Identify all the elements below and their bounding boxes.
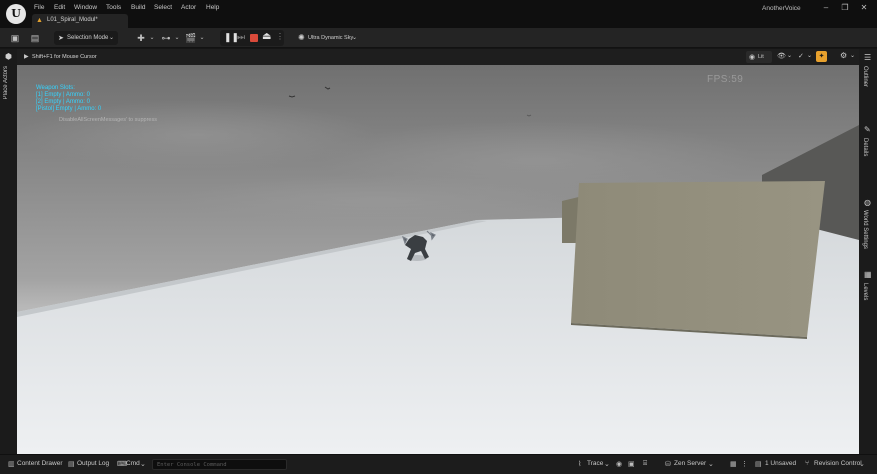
view-mode-dropdown[interactable]: ◉ Lit [746, 51, 772, 63]
cursor-icon: ➤ [58, 35, 64, 42]
chevron-down-icon: ⌄ [109, 35, 115, 41]
unreal-logo-icon[interactable]: U [6, 4, 26, 24]
chevron-down-icon[interactable]: ⌄ [196, 32, 208, 44]
scene-render [17, 86, 859, 454]
debug-message: Weapon Slots: [36, 85, 75, 91]
debug-message: [1] Empty | Ammo: 0 [36, 92, 90, 98]
details-icon: ✎ [864, 125, 871, 134]
ultra-dynamic-sky-dropdown[interactable]: ✺ Ultra Dynamic Sky ⌄ [296, 31, 362, 45]
menu-build[interactable]: Build [131, 4, 145, 11]
chevron-down-icon[interactable]: ⌄ [604, 460, 610, 468]
place-actors-tab[interactable]: Place Actors [3, 66, 9, 99]
outliner-icon: ☰ [864, 53, 872, 62]
play-controls: ❚❚ ⏭ ⏏ ⋮ [220, 30, 284, 46]
unsaved-button[interactable]: 1 Unsaved [765, 460, 796, 467]
menu-file[interactable]: File [34, 4, 44, 11]
close-button[interactable]: ✕ [858, 3, 870, 13]
bookmark-icon[interactable]: ⌸ [643, 460, 647, 468]
content-browser-icon[interactable]: ▤ [29, 32, 41, 44]
revision-control-icon: ⑂ [805, 460, 810, 467]
bird [324, 86, 331, 90]
maximize-button[interactable]: ❐ [839, 3, 851, 13]
zen-server-icon: ⛁ [665, 461, 671, 468]
show-flags-icon[interactable]: 👁 [777, 52, 786, 60]
tab-level[interactable]: ▲ L01_Spiral_Modul* [32, 14, 128, 28]
main-toolbar: ▣ ▤ ➤ Selection Mode ⌄ ✚ ⌄ ⊶ ⌄ 🎬 ⌄ ❚❚ ⏭ … [0, 28, 877, 48]
unsaved-icon: ▤ [755, 461, 762, 468]
status-bar: ▥ Content Drawer ▤ Output Log ⌨ Cmd ⌄ ⌇ … [0, 454, 877, 474]
chevron-down-icon[interactable]: ⌄ [171, 32, 183, 44]
content-drawer-icon: ▥ [8, 461, 15, 468]
project-name: AnotherVoice [762, 5, 801, 12]
fps-counter: FPS:59 [707, 74, 744, 85]
transform-tools-icon[interactable]: ✓ [798, 52, 804, 60]
chevron-down-icon[interactable]: ⌄ [859, 460, 865, 468]
derived-data-icon[interactable]: ▦ [730, 460, 737, 468]
world-settings-icon: ◍ [864, 198, 871, 207]
title-bar: U File Edit Window Tools Build Select Ac… [0, 0, 877, 28]
menu-edit[interactable]: Edit [54, 4, 65, 11]
large-wall [571, 181, 825, 337]
more-icon[interactable]: ⋮ [276, 32, 284, 41]
minimize-button[interactable]: – [820, 3, 832, 13]
tab-world-settings[interactable]: World Settings [862, 210, 868, 249]
sky-label: Ultra Dynamic Sky [308, 35, 354, 41]
sun-icon: ✺ [298, 33, 305, 42]
chevron-down-icon: ⌄ [352, 35, 358, 41]
eject-icon[interactable]: ⏏ [262, 31, 271, 42]
bird [526, 114, 532, 117]
cmd-dropdown[interactable]: Cmd [126, 460, 140, 467]
stop-icon[interactable] [250, 34, 258, 42]
content-drawer-button[interactable]: Content Drawer [17, 460, 63, 467]
level-icon: ▲ [36, 17, 43, 24]
output-log-button[interactable]: Output Log [77, 460, 109, 467]
suppress-hint: DisableAllScreenMessages' to suppress [59, 117, 157, 123]
selection-mode-label: Selection Mode [67, 35, 109, 41]
trace-icon: ⌇ [578, 461, 582, 468]
left-panel-strip: ⬢ [0, 49, 17, 454]
chevron-down-icon[interactable]: ⌄ [807, 52, 812, 59]
menu-actor[interactable]: Actor [181, 4, 196, 11]
tab-outliner[interactable]: Outliner [862, 66, 868, 87]
screenshot-icon[interactable]: ▣ [628, 460, 635, 468]
cloud [177, 175, 577, 225]
menu-help[interactable]: Help [206, 4, 219, 11]
tab-levels[interactable]: Levels [862, 283, 868, 300]
debug-message: [2] Empty | Ammo: 0 [36, 99, 90, 105]
save-icon[interactable]: ▣ [9, 32, 21, 44]
viewport-toolbar: ▶ Shift+F1 for Mouse Cursor ◉ Lit 👁 ⌄ ✓ … [17, 49, 859, 65]
chevron-down-icon[interactable]: ⌄ [708, 460, 714, 468]
settings-gear-icon[interactable]: ⚙ [840, 51, 847, 60]
zen-server-button[interactable]: Zen Server [674, 460, 706, 467]
bird [288, 95, 296, 98]
menu-tools[interactable]: Tools [106, 4, 121, 11]
output-log-icon: ▤ [68, 461, 75, 468]
skip-frame-icon[interactable]: ⏭ [237, 32, 245, 43]
console-command-input[interactable] [152, 459, 287, 470]
revision-control-button[interactable]: Revision Control [814, 460, 862, 467]
play-triangle-icon: ▶ [24, 54, 29, 60]
level-viewport[interactable]: FPS:59 Weapon Slots: [1] Empty | Ammo: 0… [17, 65, 859, 454]
chevron-down-icon[interactable]: ⌄ [146, 32, 158, 44]
chevron-down-icon[interactable]: ⌄ [140, 460, 146, 468]
menu-window[interactable]: Window [74, 4, 97, 11]
right-panel-strip: ☰ ✎ ◍ ▦ [859, 49, 877, 454]
chevron-down-icon[interactable]: ⌄ [787, 52, 792, 59]
place-actors-icon[interactable]: ⬢ [5, 52, 12, 61]
trace-dropdown[interactable]: Trace [587, 460, 603, 467]
game-view-icon[interactable]: ✦ [816, 51, 827, 62]
view-mode-label: Lit [758, 54, 764, 60]
selection-mode-dropdown[interactable]: ➤ Selection Mode ⌄ [54, 31, 118, 45]
debug-message: [Pistol] Empty | Ammo: 0 [36, 106, 102, 112]
tab-details[interactable]: Details [862, 138, 868, 156]
more-icon[interactable]: ⋮ [741, 460, 748, 468]
mouse-cursor-hint: Shift+F1 for Mouse Cursor [32, 54, 97, 60]
menu-select[interactable]: Select [154, 4, 172, 11]
lit-sphere-icon: ◉ [749, 54, 756, 61]
level-tab-label: L01_Spiral_Modul* [47, 17, 98, 23]
chevron-down-icon[interactable]: ⌄ [850, 52, 855, 59]
record-icon[interactable]: ◉ [616, 460, 622, 468]
levels-icon: ▦ [864, 270, 872, 279]
